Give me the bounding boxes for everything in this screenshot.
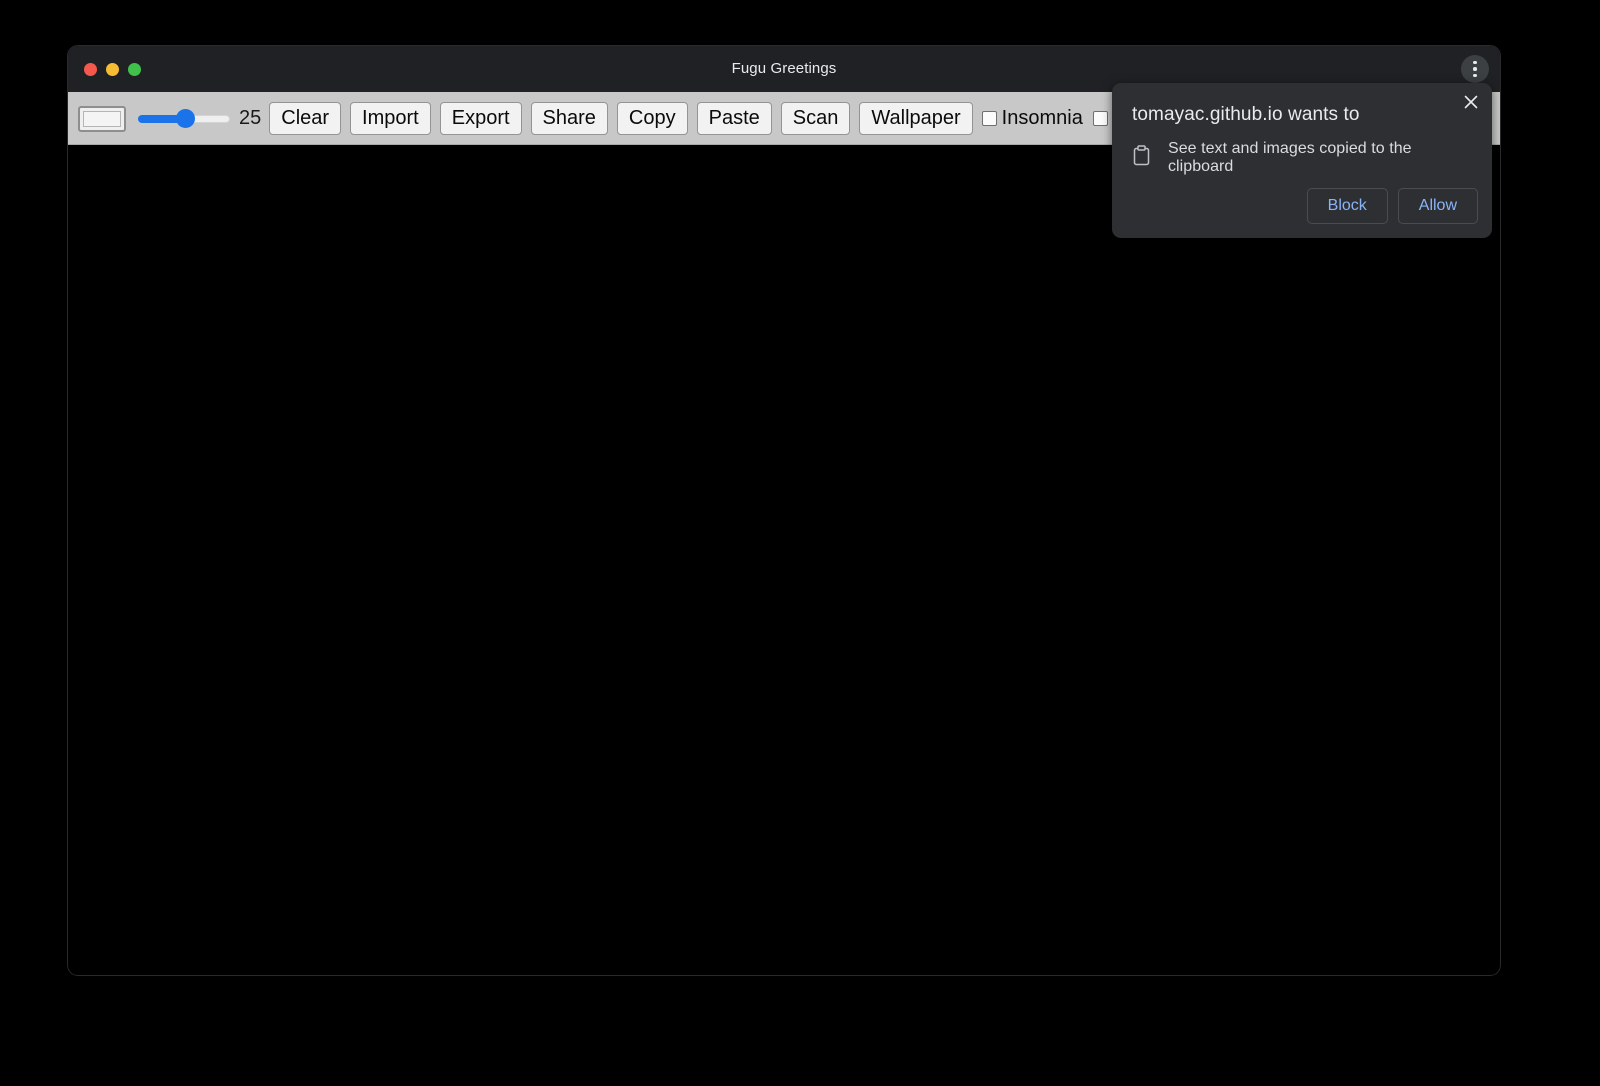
- kebab-menu-icon[interactable]: [1461, 55, 1489, 83]
- slider-thumb[interactable]: [176, 109, 195, 128]
- minimize-window-button[interactable]: [106, 63, 119, 76]
- insomnia-checkbox-label: Insomnia: [1002, 107, 1083, 130]
- copy-button[interactable]: Copy: [617, 102, 688, 135]
- color-picker-swatch-inner: [83, 111, 121, 127]
- kebab-dot: [1473, 61, 1477, 65]
- allow-button[interactable]: Allow: [1398, 188, 1478, 224]
- paste-button[interactable]: Paste: [697, 102, 772, 135]
- kebab-dot: [1473, 74, 1477, 78]
- color-picker-swatch[interactable]: [78, 106, 126, 132]
- permission-detail-row: See text and images copied to the clipbo…: [1132, 140, 1476, 176]
- traffic-lights: [84, 46, 141, 92]
- permission-dialog-title: tomayac.github.io wants to: [1132, 104, 1360, 126]
- clipboard-permission-dialog: tomayac.github.io wants to See text and …: [1112, 83, 1492, 238]
- close-window-button[interactable]: [84, 63, 97, 76]
- export-button[interactable]: Export: [440, 102, 522, 135]
- wallpaper-button[interactable]: Wallpaper: [859, 102, 972, 135]
- block-button[interactable]: Block: [1307, 188, 1388, 224]
- checkbox-box[interactable]: [982, 111, 997, 126]
- close-icon[interactable]: [1461, 92, 1481, 112]
- screen: Fugu Greetings 25 Clear Import Export Sh…: [0, 0, 1600, 1086]
- insomnia-checkbox[interactable]: Insomnia: [982, 107, 1083, 130]
- permission-dialog-actions: Block Allow: [1307, 188, 1478, 224]
- import-button[interactable]: Import: [350, 102, 431, 135]
- scan-button[interactable]: Scan: [781, 102, 851, 135]
- brush-size-slider[interactable]: [138, 109, 230, 129]
- clipboard-icon: [1132, 145, 1151, 171]
- brush-size-value: 25: [239, 107, 261, 130]
- checkbox-box[interactable]: [1093, 111, 1108, 126]
- clear-button[interactable]: Clear: [269, 102, 341, 135]
- drawing-canvas[interactable]: [68, 145, 1500, 975]
- permission-dialog-detail: See text and images copied to the clipbo…: [1168, 140, 1476, 176]
- kebab-dot: [1473, 67, 1477, 71]
- share-button[interactable]: Share: [531, 102, 608, 135]
- maximize-window-button[interactable]: [128, 63, 141, 76]
